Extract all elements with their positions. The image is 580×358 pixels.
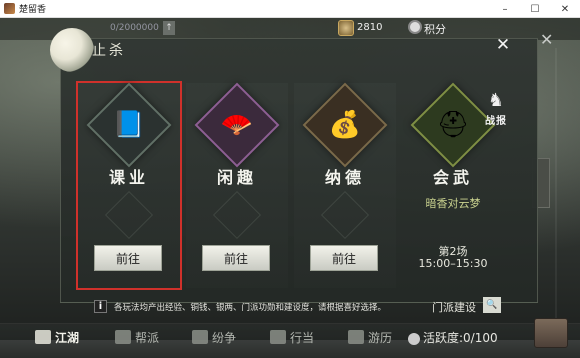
nav-label: 江湖 [55,330,80,345]
activity-icon [408,332,420,345]
sect-build-label: 门派建设 [432,301,476,314]
moon-decoration [50,28,94,72]
goto-button[interactable]: 前往 [94,245,162,271]
nav-trade[interactable]: 行当 [270,326,314,348]
nav-label: 行当 [290,330,315,345]
goto-button[interactable]: 前往 [310,245,378,271]
horse-icon: ♞ [487,90,505,111]
nav-jianghu[interactable]: 江湖 [35,326,79,348]
treasure-chest-icon[interactable] [534,318,568,348]
card-name: 会武 [432,168,473,187]
search-icon[interactable]: 🔍 [483,297,501,313]
card-pattern [212,190,262,240]
coin-icon [338,20,354,36]
folding-fan-icon: 🪭 [220,110,254,140]
card-name: 课业 [108,168,149,187]
card-pattern [104,190,154,240]
points-label[interactable]: 积分 [424,21,446,37]
nav-dispute[interactable]: 纷争 [192,326,236,348]
battle-report-label: 战报 [485,116,507,127]
window-titlebar: 楚留香 – ☐ ✕ [0,0,580,18]
activity-label: 活跃度:0/100 [423,331,498,345]
game-window: 楚留香 – ☐ ✕ 0/2000000 ↑ 2810 积分 ✕ 止杀 ✕ 📘 课… [0,0,580,358]
scroll-book-icon: 📘 [112,110,146,140]
nav-travel[interactable]: 游历 [348,326,392,348]
right-divider [555,48,557,318]
dispute-icon [192,330,208,344]
money-bag-icon: 💰 [328,110,362,140]
experience-counter: 0/2000000 [110,23,159,33]
info-icon: i [94,300,107,313]
goto-button[interactable]: 前往 [202,245,270,271]
activity-card-coursework[interactable]: 📘 课业 前往 [76,81,182,290]
nav-label: 游历 [368,330,393,345]
upgrade-arrow-button[interactable]: ↑ [163,21,175,35]
close-window-button[interactable]: ✕ [550,0,580,18]
game-viewport: 0/2000000 ↑ 2810 积分 ✕ 止杀 ✕ 📘 课业 前往 🪭 闲趣 [0,18,580,358]
window-title: 楚留香 [19,5,47,15]
outer-close-icon[interactable]: ✕ [540,30,553,49]
minimize-button[interactable]: – [490,0,520,18]
battle-report-button[interactable]: ♞ 战报 [478,92,514,128]
card-name: 闲趣 [216,168,257,187]
panel-title: 止杀 [92,43,126,59]
guild-icon [115,330,131,344]
maximize-button[interactable]: ☐ [520,0,550,18]
activity-meter: 活跃度:0/100 [408,329,498,346]
nav-label: 纷争 [212,330,237,345]
nav-guild[interactable]: 帮派 [115,326,159,348]
panel-close-button[interactable]: ✕ [494,35,512,55]
coin-count: 2810 [357,22,383,33]
match-teams: 暗香对云梦 [425,197,481,210]
jianghu-icon [35,330,51,344]
card-pattern [320,190,370,240]
travel-icon [348,330,364,344]
nav-label: 帮派 [135,330,160,345]
app-icon [4,3,15,14]
activity-card-leisure[interactable]: 🪭 闲趣 前往 [186,82,288,288]
window-controls: – ☐ ✕ [490,0,580,18]
trade-icon [270,330,286,344]
info-text: 各玩法均产出经验、铜钱、银两、门派功勋和建设度，请根据喜好选择。 [114,303,387,313]
points-icon [408,20,422,34]
card-name: 纳德 [324,168,365,187]
helmet-icon: ⛑ [436,110,470,140]
activity-card-virtue[interactable]: 💰 纳德 前往 [294,82,396,288]
match-time: 15:00–15:30 [418,257,488,270]
